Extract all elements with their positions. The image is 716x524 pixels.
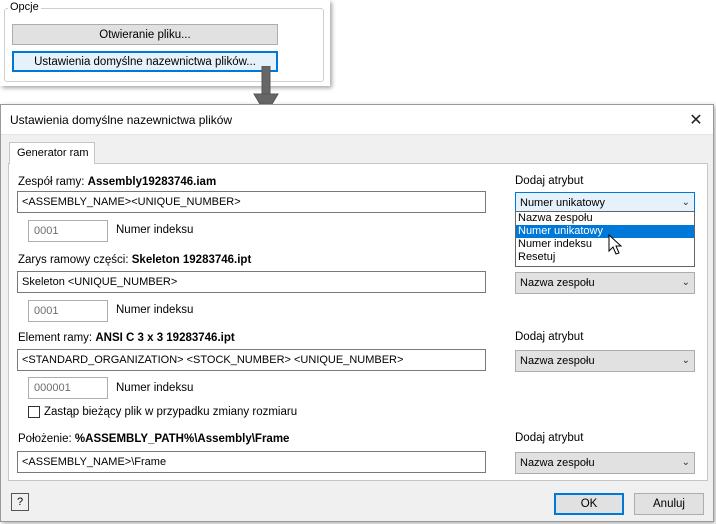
options-group-legend: Opcje	[8, 1, 41, 13]
frame-member-filename: ANSI C 3 x 3 19283746.ipt	[95, 332, 235, 344]
location-caption: Położenie:	[18, 433, 72, 445]
location-pattern-input[interactable]: <ASSEMBLY_NAME>\Frame	[17, 451, 486, 473]
chevron-down-icon: ⌄	[681, 197, 690, 208]
help-icon[interactable]: ?	[11, 493, 29, 511]
replace-file-checkbox[interactable]	[28, 406, 40, 418]
frame-assembly-label: Zespół ramy: Assembly19283746.iam	[18, 176, 216, 188]
frame-member-pattern-input[interactable]: <STANDARD_ORGANIZATION> <STOCK_NUMBER> <…	[17, 349, 486, 371]
location-label: Położenie: %ASSEMBLY_PATH%\Assembly\Fram…	[18, 433, 289, 445]
attribute-dropdown-list: Nazwa zespołu Numer unikatowy Numer inde…	[515, 211, 695, 267]
open-file-button[interactable]: Otwieranie pliku...	[12, 24, 278, 45]
cancel-button[interactable]: Anuluj	[634, 493, 704, 515]
chevron-down-icon: ⌄	[681, 457, 690, 468]
index-number-label: Numer indeksu	[116, 304, 194, 316]
replace-file-checkbox-label: Zastąp bieżący plik w przypadku zmiany r…	[44, 406, 298, 418]
dropdown-option-assembly-name[interactable]: Nazwa zespołu	[516, 212, 694, 225]
frame-member-attribute-combo[interactable]: Nazwa zespołu ⌄	[515, 350, 695, 372]
dialog-title: Ustawienia domyślne nazewnictwa plików	[10, 113, 233, 127]
skeleton-index-input[interactable]: 0001	[28, 300, 108, 322]
location-attribute-combo[interactable]: Nazwa zespołu ⌄	[515, 452, 695, 474]
index-number-label: Numer indeksu	[116, 382, 194, 394]
combo-value: Numer unikatowy	[520, 197, 605, 209]
ok-button[interactable]: OK	[554, 493, 624, 515]
dropdown-option-index-number[interactable]: Numer indeksu	[516, 238, 694, 251]
skeleton-caption: Zarys ramowy części:	[18, 254, 129, 266]
add-attribute-label: Dodaj atrybut	[515, 432, 584, 444]
frame-member-index-input[interactable]: 000001	[28, 377, 108, 399]
dropdown-option-unique-number[interactable]: Numer unikatowy	[516, 225, 694, 238]
dialog-titlebar: Ustawienia domyślne nazewnictwa plików ✕	[1, 105, 713, 135]
frame-assembly-pattern-input[interactable]: <ASSEMBLY_NAME><UNIQUE_NUMBER>	[17, 191, 486, 213]
close-icon[interactable]: ✕	[683, 108, 709, 132]
skeleton-filename: Skeleton 19283746.ipt	[131, 254, 252, 266]
frame-assembly-filename: Assembly19283746.iam	[87, 176, 217, 188]
add-attribute-label: Dodaj atrybut	[515, 331, 584, 343]
naming-defaults-button[interactable]: Ustawienia domyślne nazewnictwa plików..…	[12, 51, 278, 72]
dropdown-option-reset[interactable]: Resetuj	[516, 251, 694, 264]
combo-value: Nazwa zespołu	[520, 457, 595, 469]
index-number-label: Numer indeksu	[116, 224, 194, 236]
combo-value: Nazwa zespołu	[520, 277, 595, 289]
frame-assembly-index-input[interactable]: 0001	[28, 220, 108, 242]
add-attribute-label: Dodaj atrybut	[515, 175, 584, 187]
options-panel: Opcje Otwieranie pliku... Ustawienia dom…	[0, 0, 330, 86]
skeleton-pattern-input[interactable]: Skeleton <UNIQUE_NUMBER>	[17, 271, 486, 293]
tab-frame-generator[interactable]: Generator ram	[9, 142, 95, 164]
combo-value: Nazwa zespołu	[520, 355, 595, 367]
frame-member-caption: Element ramy:	[18, 332, 93, 344]
location-path: %ASSEMBLY_PATH%\Assembly\Frame	[74, 433, 290, 445]
frame-assembly-caption: Zespół ramy:	[18, 176, 85, 188]
mouse-cursor-icon	[608, 234, 623, 255]
chevron-down-icon: ⌄	[681, 277, 690, 288]
skeleton-label: Zarys ramowy części: Skeleton 19283746.i…	[18, 254, 251, 266]
skeleton-attribute-combo[interactable]: Nazwa zespołu ⌄	[515, 272, 695, 294]
frame-member-label: Element ramy: ANSI C 3 x 3 19283746.ipt	[18, 332, 235, 344]
chevron-down-icon: ⌄	[681, 355, 690, 366]
